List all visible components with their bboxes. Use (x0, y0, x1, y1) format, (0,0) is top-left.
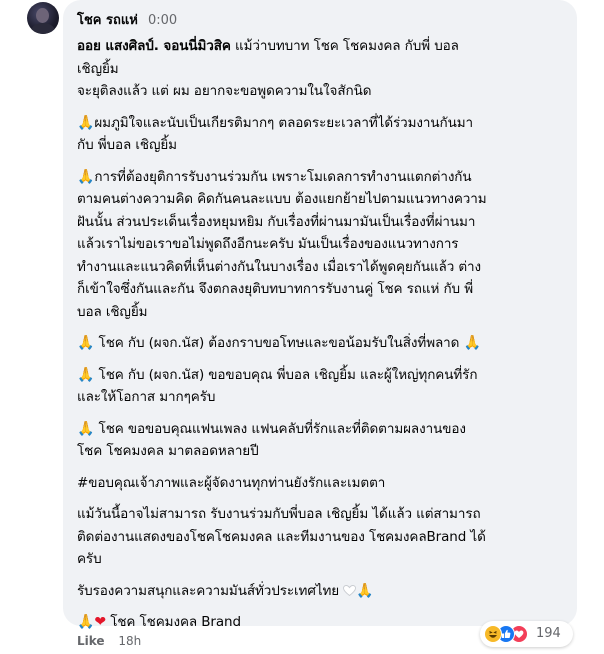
text-line: บอล เชิญยิ้ม (77, 303, 148, 320)
text-line: ติดต่องานแสดงของโชคโชคมงคล และทีมงานของ … (77, 528, 486, 545)
reaction-summary[interactable]: 194 (480, 621, 573, 647)
pray-emoji-icon: 🙏 (77, 366, 95, 383)
haha-icon (484, 625, 502, 643)
text-line: ฝันนั้น ส่วนประเด็นเรื่องหยุมหยิม กับเรื… (77, 213, 476, 230)
text-line: จะยุติลงแล้ว แต่ ผม อยากจะขอพูดความในใจส… (77, 83, 372, 99)
paragraph-guarantee: รับรองความสนุกและความมันส์ทั่วประเทศไทย … (77, 580, 567, 603)
pray-emoji-icon: 🙏 (77, 614, 95, 630)
reaction-count: 194 (536, 626, 561, 641)
comment-footer: Like 18h (77, 633, 141, 649)
paragraph-thanks-fans: 🙏 โชค ขอขอบคุณแฟนเพลง แฟนคลับที่รักและที… (77, 418, 567, 463)
text-line: แล้วเราไม่ขอเราขอไม่พูดถึงอีกนะครับ มันเ… (77, 236, 459, 252)
text-line: แม้วันนี้อาจไม่สามารถ รับงานร่วมกับพี่บอ… (77, 506, 481, 522)
red-heart-icon: ❤ (94, 614, 106, 630)
text-line: และให้โอกาส มากๆครับ (77, 389, 216, 405)
paragraph-contact: แม้วันนี้อาจไม่สามารถ รับงานร่วมกับพี่บอ… (77, 503, 567, 571)
hashtag-link[interactable]: #ขอบคุณเจ้าภาพและผู้จัดงานทุกท่านยังรักแ… (77, 475, 385, 491)
paragraph-hashtag: #ขอบคุณเจ้าภาพและผู้จัดงานทุกท่านยังรักแ… (77, 472, 567, 495)
text-line: แม้ว่าบทบาท โชค โชคมงคล กับพี่ บอล (230, 38, 459, 54)
pray-emoji-icon: 🙏 (356, 582, 374, 599)
paragraph-reason: 🙏การที่ต้องยุติการรับงานร่วมกัน เพราะโมเ… (77, 166, 567, 324)
pray-emoji-icon: 🙏 (77, 168, 95, 185)
paragraph-apology: 🙏 โชค กับ (ผจก.นัส) ต้องกราบขอโทษและขอน้… (77, 332, 567, 355)
paragraph-intro: ออย แสงศิลป์. จอนนี่มิวสิค แม้ว่าบทบาท โ… (77, 35, 567, 103)
pray-emoji-icon: 🙏 (77, 335, 95, 351)
paragraph-thanks-ball: 🙏 โชค กับ (ผจก.นัส) ขอขอบคุณ พี่บอล เชิญ… (77, 364, 567, 409)
avatar-face (36, 8, 49, 23)
text-line: กับ พี่บอล เชิญยิ้ม (77, 137, 177, 153)
comment-header: โชค รถแห่ 0:00 (77, 13, 177, 29)
text-line: ครับ (77, 551, 102, 567)
text-line: ผมภูมิใจและนับเป็นเกียรติมากๆ ตลอดระยะเว… (94, 114, 473, 131)
video-timestamp[interactable]: 0:00 (148, 13, 177, 28)
text-line: ตามคนต่างความคิด คิดกันคนละแบบ ต้องแยกย้… (77, 191, 487, 207)
comment-age[interactable]: 18h (118, 634, 141, 648)
text-line: การที่ต้องยุติการรับงานร่วมกัน เพราะโมเด… (94, 168, 472, 185)
like-button[interactable]: Like (77, 634, 105, 648)
white-heart-icon (343, 581, 357, 596)
pray-emoji-icon: 🙏 (463, 335, 481, 351)
text-line: รับรองความสนุกและความมันส์ทั่วประเทศไทย (77, 582, 340, 599)
text-line: โชค โชคมงคล มาตลอดหลายปี (77, 443, 259, 459)
avatar-shoulders (31, 23, 55, 34)
text-line: โชค กับ (ผจก.นัส) ต้องกราบขอโทษและขอน้อม… (98, 335, 460, 351)
mention-link[interactable]: ออย แสงศิลป์. จอนนี่มิวสิค (77, 38, 231, 54)
text-line: โชค ขอขอบคุณแฟนเพลง แฟนคลับที่รักและที่ต… (98, 420, 466, 437)
pray-emoji-icon: 🙏 (77, 420, 95, 437)
text-line: โชค กับ (ผจก.นัส) ขอขอบคุณ พี่บอล เชิญยิ… (98, 366, 478, 383)
comment-body: ออย แสงศิลป์. จอนนี่มิวสิค แม้ว่าบทบาท โ… (77, 35, 567, 643)
text-line: เชิญยิ้ม (77, 60, 119, 77)
paragraph-proud: 🙏ผมภูมิใจและนับเป็นเกียรติมากๆ ตลอดระยะเ… (77, 112, 567, 157)
comment-author[interactable]: โชค รถแห่ (77, 13, 138, 28)
text-line: ก็เข้าใจซึ่งกันและกัน จึงตกลงยุติบทบาทกา… (77, 281, 474, 297)
avatar[interactable] (27, 2, 59, 34)
pray-emoji-icon: 🙏 (77, 114, 95, 131)
text-line: ทำงานและแนวคิดที่เห็นต่างกันในบางเรื่อง … (77, 258, 482, 275)
signature-text: โชค โชคมงคล Brand (110, 614, 241, 630)
